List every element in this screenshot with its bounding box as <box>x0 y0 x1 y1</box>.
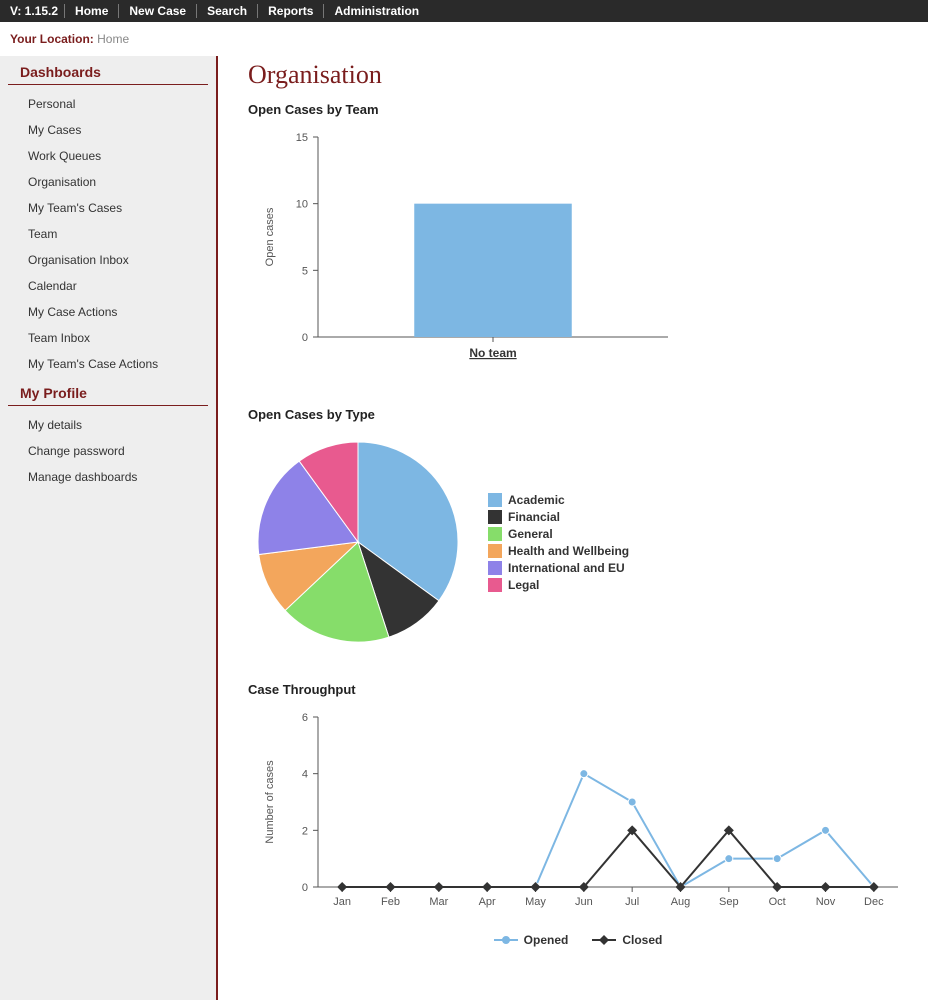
nav-search[interactable]: Search <box>196 4 257 18</box>
sidebar-item-my-case-actions[interactable]: My Case Actions <box>0 299 216 325</box>
pie-legend-item[interactable]: Legal <box>488 578 629 592</box>
sidebar-item-my-teams-cases[interactable]: My Team's Cases <box>0 195 216 221</box>
sidebar-item-organisation[interactable]: Organisation <box>0 169 216 195</box>
line-legend-item[interactable]: Opened <box>494 933 569 947</box>
sidebar-heading-my-profile: My Profile <box>8 377 208 406</box>
nav-reports[interactable]: Reports <box>257 4 323 18</box>
chart-open-cases-by-type: Open Cases by Type Academic Financial Gene… <box>248 407 908 652</box>
legend-label: Financial <box>508 510 560 524</box>
svg-text:Mar: Mar <box>429 896 448 908</box>
pie-legend-item[interactable]: Financial <box>488 510 629 524</box>
svg-text:Dec: Dec <box>864 896 884 908</box>
sidebar-item-manage-dashboards[interactable]: Manage dashboards <box>0 464 216 490</box>
sidebar-item-organisation-inbox[interactable]: Organisation Inbox <box>0 247 216 273</box>
svg-text:May: May <box>525 896 546 908</box>
line-chart-legend: Opened Closed <box>248 933 908 950</box>
svg-text:0: 0 <box>302 332 308 344</box>
pie-legend-item[interactable]: International and EU <box>488 561 629 575</box>
legend-swatch <box>488 561 502 575</box>
svg-text:10: 10 <box>296 199 308 211</box>
pie-chart-legend: Academic Financial General Health and Wellb… <box>488 490 629 595</box>
pie-chart-svg <box>248 432 468 652</box>
svg-text:Apr: Apr <box>479 896 496 908</box>
nav-administration[interactable]: Administration <box>323 4 429 18</box>
chart-open-cases-by-team: Open Cases by Team 0 5 10 15 Open cases No te… <box>248 102 908 377</box>
sidebar-item-change-password[interactable]: Change password <box>0 438 216 464</box>
sidebar-item-my-teams-case-actions[interactable]: My Team's Case Actions <box>0 351 216 377</box>
svg-text:0: 0 <box>302 882 308 894</box>
chart-case-throughput: Case Throughput 0 2 4 6 Number of cases Jan Fe… <box>248 682 908 950</box>
svg-text:4: 4 <box>302 769 308 781</box>
svg-text:Jun: Jun <box>575 896 593 908</box>
main-content: Organisation Open Cases by Team 051015Op… <box>218 56 928 1000</box>
svg-text:No team: No team <box>469 346 516 360</box>
pie-legend-item[interactable]: General <box>488 527 629 541</box>
sidebar-item-work-queues[interactable]: Work Queues <box>0 143 216 169</box>
svg-text:Oct: Oct <box>769 896 786 908</box>
page-title: Organisation <box>248 60 908 90</box>
svg-text:5: 5 <box>302 265 308 277</box>
pie-legend-item[interactable]: Health and Wellbeing <box>488 544 629 558</box>
breadcrumb-value[interactable]: Home <box>97 32 129 46</box>
legend-label: International and EU <box>508 561 625 575</box>
line-legend-label: Opened <box>524 933 569 947</box>
legend-swatch <box>488 493 502 507</box>
sidebar-item-my-cases[interactable]: My Cases <box>0 117 216 143</box>
top-nav: V: 1.15.2 Home New Case Search Reports A… <box>0 0 928 22</box>
sidebar: Dashboards Personal My Cases Work Queues… <box>0 56 218 1000</box>
version-label: V: 1.15.2 <box>10 4 58 18</box>
line-legend-item[interactable]: Closed <box>592 933 662 947</box>
chart3-title: Case Throughput <box>248 682 908 697</box>
sidebar-item-team[interactable]: Team <box>0 221 216 247</box>
svg-text:Feb: Feb <box>381 896 400 908</box>
sidebar-item-team-inbox[interactable]: Team Inbox <box>0 325 216 351</box>
sidebar-item-my-details[interactable]: My details <box>0 412 216 438</box>
breadcrumb: Your Location: Home <box>0 22 928 56</box>
svg-text:15: 15 <box>296 132 308 144</box>
legend-label: Academic <box>508 493 565 507</box>
breadcrumb-label: Your Location: <box>10 32 94 46</box>
chart2-title: Open Cases by Type <box>248 407 908 422</box>
bar-chart-svg: 0 5 10 15 Open cases No team <box>248 127 678 377</box>
legend-label: Health and Wellbeing <box>508 544 629 558</box>
svg-text:Nov: Nov <box>816 896 836 908</box>
legend-label: General <box>508 527 553 541</box>
sidebar-item-personal[interactable]: Personal <box>0 91 216 117</box>
legend-swatch <box>488 544 502 558</box>
legend-swatch <box>488 578 502 592</box>
svg-text:2: 2 <box>302 825 308 837</box>
legend-label: Legal <box>508 578 539 592</box>
legend-swatch <box>488 527 502 541</box>
svg-text:Jan: Jan <box>333 896 351 908</box>
svg-text:Sep: Sep <box>719 896 739 908</box>
sidebar-item-calendar[interactable]: Calendar <box>0 273 216 299</box>
svg-text:Number of cases: Number of cases <box>264 760 276 844</box>
nav-new-case[interactable]: New Case <box>118 4 196 18</box>
line-chart-svg: 0 2 4 6 Number of cases Jan Feb Mar Apr May Jun Jul… <box>248 707 908 917</box>
legend-swatch <box>488 510 502 524</box>
line-legend-label: Closed <box>622 933 662 947</box>
svg-text:Jul: Jul <box>625 896 639 908</box>
sidebar-heading-dashboards: Dashboards <box>8 56 208 85</box>
svg-text:6: 6 <box>302 712 308 724</box>
svg-text:Aug: Aug <box>671 896 691 908</box>
chart1-title: Open Cases by Team <box>248 102 908 117</box>
nav-home[interactable]: Home <box>64 4 118 18</box>
svg-text:Open cases: Open cases <box>264 207 276 266</box>
pie-legend-item[interactable]: Academic <box>488 493 629 507</box>
